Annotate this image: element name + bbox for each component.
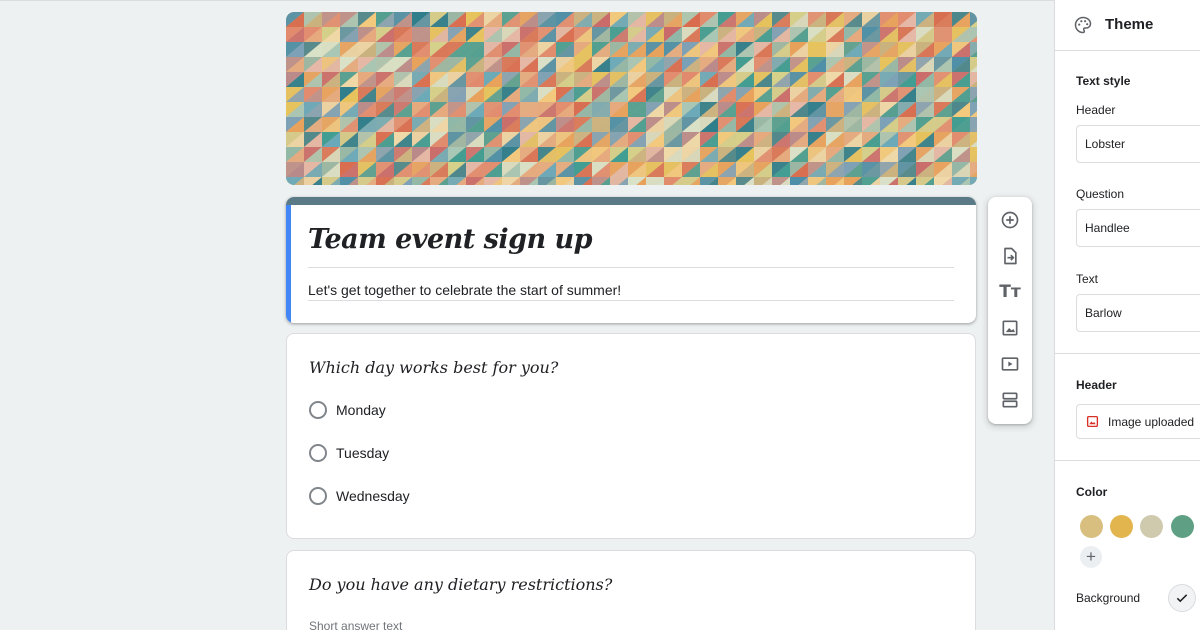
add-question-button[interactable] [996, 206, 1024, 234]
palette-icon [1074, 16, 1092, 34]
theme-panel-header: Theme [1055, 0, 1200, 51]
form-title[interactable]: Team event sign up [308, 224, 593, 255]
color-label: Color [1076, 485, 1108, 499]
panel-divider [1055, 353, 1200, 354]
header-font-label: Header [1076, 103, 1116, 117]
add-question-icon [1001, 211, 1019, 229]
radio-button[interactable] [309, 401, 327, 419]
form-description[interactable]: Let's get together to celebrate the star… [308, 282, 621, 298]
add-section-button[interactable] [996, 386, 1024, 414]
theme-panel-title: Theme [1105, 16, 1154, 33]
add-video-icon [1001, 357, 1019, 371]
option-label: Tuesday [336, 445, 390, 461]
add-custom-color-button[interactable]: + [1080, 546, 1102, 568]
question-font-dropdown[interactable]: Handlee [1076, 209, 1200, 247]
radio-button[interactable] [309, 444, 327, 462]
description-underline [308, 300, 954, 301]
option-label: Wednesday [336, 488, 410, 504]
text-font-label: Text [1076, 272, 1099, 286]
header-font-value: Lobster [1085, 137, 1126, 151]
mosaic-tile [970, 177, 977, 185]
add-image-icon [1002, 320, 1018, 336]
add-image-button[interactable] [996, 314, 1024, 342]
form-title-card[interactable]: Team event sign up Let's get together to… [286, 197, 976, 323]
background-color-option-selected[interactable] [1168, 584, 1196, 612]
add-title-button[interactable]: Tт [996, 278, 1024, 306]
form-header-bar [286, 197, 976, 205]
add-video-button[interactable] [996, 350, 1024, 378]
theme-panel: Theme Text style Header Lobster Question… [1054, 0, 1200, 630]
import-questions-icon [1004, 247, 1017, 265]
header-image-button[interactable]: Image uploaded [1076, 404, 1200, 439]
option-wednesday[interactable]: Wednesday [309, 487, 410, 505]
checkmark-icon [1176, 594, 1188, 603]
background-label: Background [1076, 591, 1141, 605]
header-font-dropdown[interactable]: Lobster [1076, 125, 1200, 163]
question-font-value: Handlee [1085, 221, 1130, 235]
text-font-dropdown[interactable]: Barlow [1076, 294, 1200, 332]
import-questions-button[interactable] [996, 242, 1024, 270]
question-title: Which day works best for you? [309, 358, 559, 377]
text-font-value: Barlow [1085, 306, 1122, 320]
radio-button[interactable] [309, 487, 327, 505]
option-tuesday[interactable]: Tuesday [309, 444, 389, 462]
option-monday[interactable]: Monday [309, 401, 386, 419]
color-swatch[interactable] [1171, 515, 1194, 538]
active-card-indicator [286, 205, 291, 323]
panel-divider [1055, 460, 1200, 461]
header-image [286, 12, 977, 185]
question-card-dietary[interactable]: Do you have any dietary restrictions? Sh… [286, 550, 976, 630]
title-underline [308, 267, 954, 268]
question-card-day[interactable]: Which day works best for you? Monday Tue… [286, 333, 976, 539]
image-icon [1086, 415, 1099, 428]
color-swatch[interactable] [1140, 515, 1163, 538]
color-swatch[interactable] [1110, 515, 1133, 538]
header-section-label: Header [1076, 378, 1117, 392]
add-section-icon [1002, 392, 1018, 408]
option-label: Monday [336, 402, 386, 418]
question-font-label: Question [1076, 187, 1125, 201]
header-image-label: Image uploaded [1108, 414, 1195, 429]
color-swatch[interactable] [1080, 515, 1103, 538]
text-style-label: Text style [1076, 74, 1131, 88]
header-image-pattern [286, 12, 977, 185]
question-toolbar: Tт [988, 197, 1032, 424]
plus-icon: + [1086, 547, 1096, 566]
short-answer-placeholder: Short answer text [309, 619, 403, 630]
question-title: Do you have any dietary restrictions? [309, 575, 613, 594]
add-title-icon: Tт [999, 282, 1021, 302]
top-border [0, 0, 1054, 1]
